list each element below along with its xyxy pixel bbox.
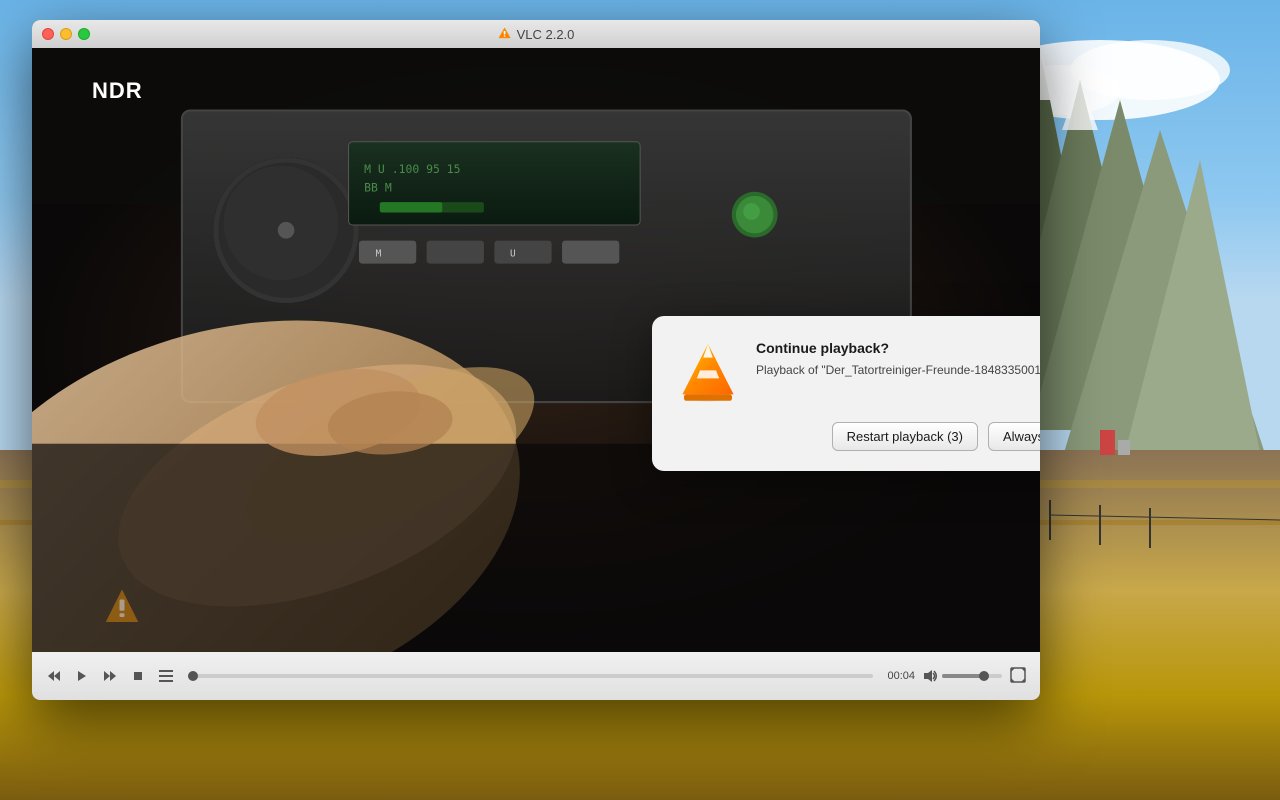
volume-area (923, 669, 1002, 683)
restart-playback-button[interactable]: Restart playback (3) (832, 422, 978, 451)
svg-text:BB M: BB M (364, 181, 392, 195)
video-area: M U .100 95 15 BB M M U (32, 48, 1040, 652)
rewind-icon (47, 669, 61, 683)
dialog-buttons: Restart playback (3) Always continue Con… (676, 422, 1040, 451)
volume-slider[interactable] (942, 674, 1002, 678)
fullscreen-icon (1010, 667, 1026, 683)
fullscreen-button[interactable] (1006, 663, 1030, 690)
vlc-watermark (102, 587, 142, 632)
svg-text:M: M (376, 248, 382, 259)
time-display: 00:04 (887, 670, 915, 682)
dialog-title: Continue playback? (756, 340, 1040, 356)
ndr-logo: NDR (92, 78, 143, 104)
vlc-title-icon (498, 27, 512, 41)
maximize-button[interactable] (78, 28, 90, 40)
vlc-window: VLC 2.2.0 (32, 20, 1040, 700)
minimize-button[interactable] (60, 28, 72, 40)
play-button[interactable] (70, 664, 94, 688)
dialog-message: Playback of "Der_Tatortreiniger-Freunde-… (756, 362, 1040, 379)
traffic-lights (42, 28, 90, 40)
volume-icon (923, 669, 939, 683)
svg-text:M U .100 95 15: M U .100 95 15 (364, 162, 460, 176)
stop-icon (133, 671, 143, 681)
play-icon (75, 669, 89, 683)
close-button[interactable] (42, 28, 54, 40)
rewind-button[interactable] (42, 664, 66, 688)
continue-playback-dialog: Continue playback? Playback of "Der_Tato… (652, 316, 1040, 471)
playlist-icon (159, 670, 173, 682)
progress-bar[interactable] (188, 674, 873, 678)
controls-bar: 00:04 (32, 652, 1040, 700)
always-continue-button[interactable]: Always continue (988, 422, 1040, 451)
progress-thumb (188, 671, 198, 681)
window-title: VLC 2.2.0 (498, 27, 575, 42)
volume-fill (942, 674, 984, 678)
playlist-button[interactable] (154, 664, 178, 688)
svg-text:U: U (510, 248, 516, 259)
title-bar: VLC 2.2.0 (32, 20, 1040, 48)
stop-button[interactable] (126, 664, 150, 688)
dialog-text-area: Continue playback? Playback of "Der_Tato… (756, 340, 1040, 379)
volume-thumb (979, 671, 989, 681)
fast-forward-button[interactable] (98, 664, 122, 688)
dialog-vlc-icon (676, 340, 740, 404)
dialog-content: Continue playback? Playback of "Der_Tato… (676, 340, 1040, 404)
fast-forward-icon (103, 669, 117, 683)
